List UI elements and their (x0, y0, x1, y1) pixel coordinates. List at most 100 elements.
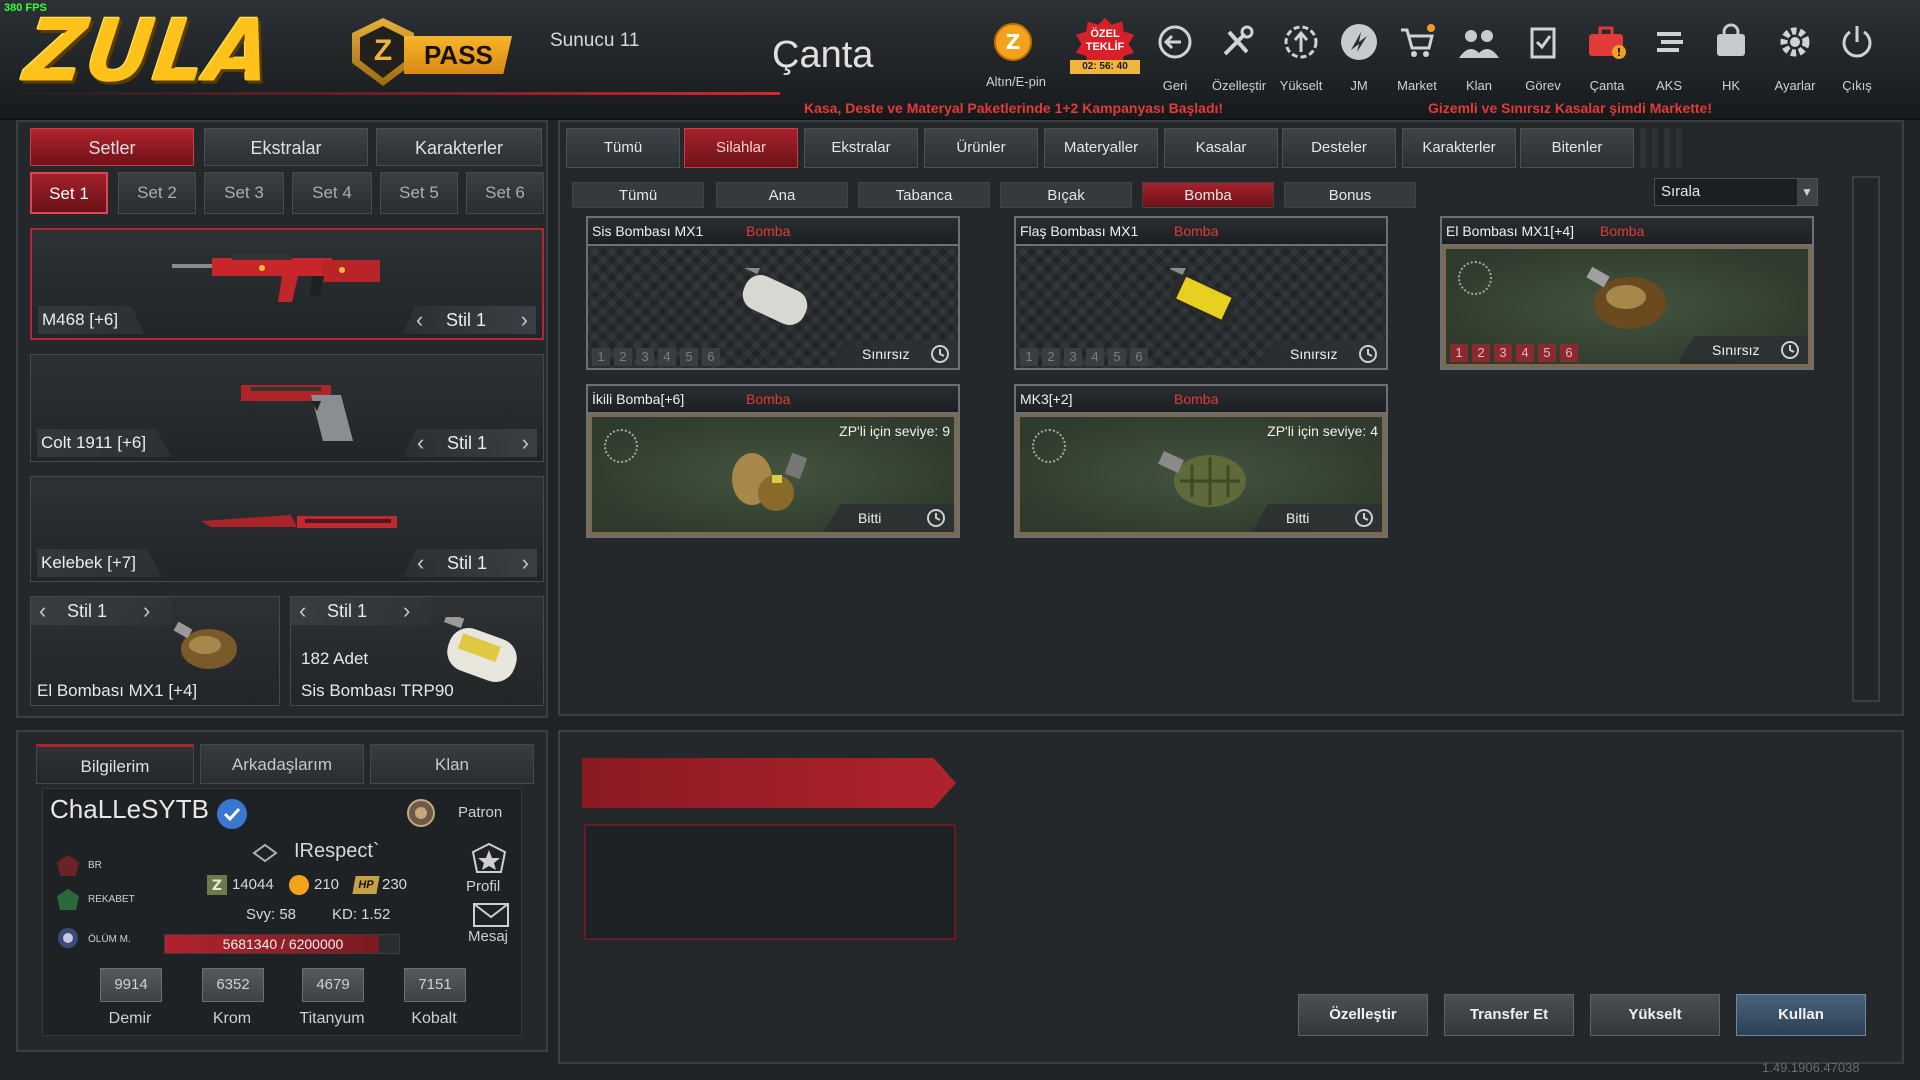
card-body: 123456 Sınırsız (588, 246, 958, 368)
rekabet-rank-icon (57, 889, 79, 910)
set-5-tab[interactable]: Set 5 (380, 172, 458, 214)
filter-tab-urunler[interactable]: Ürünler (924, 128, 1038, 168)
chevron-right-icon[interactable]: › (522, 549, 529, 577)
set-6-tab[interactable]: Set 6 (466, 172, 544, 214)
gold-epin-button[interactable]: Z Altın/E-pin (984, 20, 1048, 89)
offer-line1: ÖZEL (1090, 28, 1120, 40)
filter-tab-silahlar[interactable]: Silahlar (684, 128, 798, 168)
tab-bilgilerim[interactable]: Bilgilerim (36, 744, 194, 784)
chevron-right-icon[interactable]: › (521, 306, 528, 334)
slot-name: Sis Bombası TRP90 (301, 681, 454, 700)
filter-tab-bitenler[interactable]: Bitenler (1520, 128, 1634, 168)
knife-slot[interactable]: Kelebek [+7] ‹ Stil 1 › (30, 476, 544, 582)
nav-ozellestir[interactable]: Özelleştir (1208, 20, 1270, 93)
subtab-bomba[interactable]: Bomba (1142, 182, 1274, 208)
nav-label: Yükselt (1279, 78, 1323, 93)
chevron-left-icon[interactable]: ‹ (299, 597, 306, 625)
inventory-scrollbar[interactable] (1852, 176, 1880, 702)
announcement-right[interactable]: Gizemli ve Sınırsız Kasalar şimdi Market… (1428, 100, 1712, 116)
power-icon (1828, 20, 1886, 64)
chevron-right-icon[interactable]: › (403, 597, 410, 625)
clipboard-icon (1514, 20, 1572, 64)
item-card-flas-bombasi[interactable]: Flaş Bombası MX1 Bomba 123456 Sınırsız (1014, 216, 1388, 370)
upgrade-levels: 123456 (592, 348, 720, 366)
tab-ekstralar[interactable]: Ekstralar (204, 128, 368, 166)
chevron-right-icon[interactable]: › (522, 429, 529, 457)
grenade-slot-2[interactable]: ‹ Stil 1 › 182 Adet Sis Bombası TRP90 (290, 596, 544, 706)
nav-geri[interactable]: Geri (1146, 20, 1204, 93)
server-name: Sunucu 11 (550, 30, 640, 51)
filter-tab-karakterler[interactable]: Karakterler (1402, 128, 1516, 168)
primary-weapon-slot[interactable]: M468 [+6] ‹ Stil 1 › (30, 228, 544, 340)
grenade-slot-1[interactable]: ‹ Stil 1 › El Bombası MX1 [+4] (30, 596, 280, 706)
announcement-left[interactable]: Kasa, Deste ve Materyal Paketlerinde 1+2… (804, 100, 1223, 116)
subtab-tabanca[interactable]: Tabanca (858, 182, 990, 208)
gear-icon (1766, 20, 1824, 64)
profile-label[interactable]: Profil (466, 878, 500, 895)
set-3-tab[interactable]: Set 3 (204, 172, 284, 214)
nav-gorev[interactable]: Görev (1514, 20, 1572, 93)
chevron-left-icon[interactable]: ‹ (416, 306, 423, 334)
chevron-left-icon[interactable]: ‹ (417, 429, 424, 457)
hp-amount: 230 (382, 876, 408, 893)
zula-pass-button[interactable]: Z PASS (352, 18, 512, 86)
nav-cikis[interactable]: Çıkış (1828, 20, 1886, 93)
dual-grenade-image (732, 452, 808, 511)
nav-yukselt[interactable]: Yükselt (1272, 20, 1330, 93)
customize-button[interactable]: Özelleştir (1298, 994, 1428, 1036)
resource-titanyum-label: Titanyum (299, 1010, 365, 1027)
nav-hk[interactable]: HK (1702, 20, 1760, 93)
nav-ayarlar[interactable]: Ayarlar (1766, 20, 1824, 93)
hp-badge: HP (352, 876, 380, 894)
pistol-slot[interactable]: Colt 1911 [+6] ‹ Stil 1 › (30, 354, 544, 462)
item-category: Bomba (746, 391, 791, 407)
subtab-tumu[interactable]: Tümü (572, 182, 704, 208)
style-label: Stil 1 (446, 310, 487, 330)
clock-icon (927, 509, 945, 527)
chevron-right-icon[interactable]: › (143, 597, 150, 625)
subtab-bonus[interactable]: Bonus (1284, 182, 1416, 208)
clan-emblem-icon (252, 843, 278, 863)
item-card-ikili-bomba[interactable]: İkili Bomba[+6] Bomba ZP'li için seviye:… (586, 384, 960, 538)
stat-rekabet-label: REKABET (88, 894, 135, 905)
mail-label[interactable]: Mesaj (468, 928, 508, 945)
filter-tab-ekstralar[interactable]: Ekstralar (804, 128, 918, 168)
mail-icon[interactable] (472, 902, 510, 928)
set-4-tab[interactable]: Set 4 (292, 172, 372, 214)
sort-label: Sırala (1661, 183, 1701, 200)
wallet-icon (1702, 20, 1760, 64)
chevron-left-icon[interactable]: ‹ (39, 597, 46, 625)
set-1-tab[interactable]: Set 1 (30, 172, 108, 214)
profile-star-icon[interactable] (470, 842, 508, 876)
tab-klan[interactable]: Klan (370, 744, 534, 784)
nav-aks[interactable]: AKS (1640, 20, 1698, 93)
nav-market[interactable]: Market (1388, 20, 1446, 93)
set-2-tab[interactable]: Set 2 (118, 172, 196, 214)
special-offer-button[interactable]: ÖZEL TEKLİF 02: 56: 40 (1066, 18, 1144, 78)
filter-tab-desteler[interactable]: Desteler (1282, 128, 1396, 168)
detail-preview-box (584, 824, 956, 940)
nav-label: Market (1397, 78, 1437, 93)
filter-tab-kasalar[interactable]: Kasalar (1164, 128, 1278, 168)
resource-demir-value: 9914 (100, 968, 162, 1002)
item-card-el-bombasi[interactable]: El Bombası MX1[+4] Bomba 123456 Sınırsız (1440, 216, 1814, 370)
tab-karakterler[interactable]: Karakterler (376, 128, 542, 166)
nav-jm[interactable]: JM (1330, 20, 1388, 93)
transfer-button[interactable]: Transfer Et (1444, 994, 1574, 1036)
nav-klan[interactable]: Klan (1450, 20, 1508, 93)
subtab-bicak[interactable]: Bıçak (1000, 182, 1132, 208)
tab-setler[interactable]: Setler (30, 128, 194, 166)
filter-tab-materyaller[interactable]: Materyaller (1044, 128, 1158, 168)
nav-canta[interactable]: ! Çanta (1578, 20, 1636, 93)
subtab-ana[interactable]: Ana (716, 182, 848, 208)
upgrade-button[interactable]: Yükselt (1590, 994, 1720, 1036)
zp-level-requirement: ZP'li için seviye: 9 (839, 423, 950, 439)
use-button[interactable]: Kullan (1736, 994, 1866, 1036)
item-card-sis-bombasi[interactable]: Sis Bombası MX1 Bomba 123456 Sınırsız (586, 216, 960, 370)
filter-tab-tumu[interactable]: Tümü (566, 128, 680, 168)
sort-dropdown[interactable]: Sırala ▼ (1654, 178, 1818, 206)
item-card-mk3[interactable]: MK3[+2] Bomba ZP'li için seviye: 4 Bitti (1014, 384, 1388, 538)
zp-level-requirement: ZP'li için seviye: 4 (1267, 423, 1378, 439)
tab-arkadaslarim[interactable]: Arkadaşlarım (200, 744, 364, 784)
chevron-left-icon[interactable]: ‹ (417, 549, 424, 577)
